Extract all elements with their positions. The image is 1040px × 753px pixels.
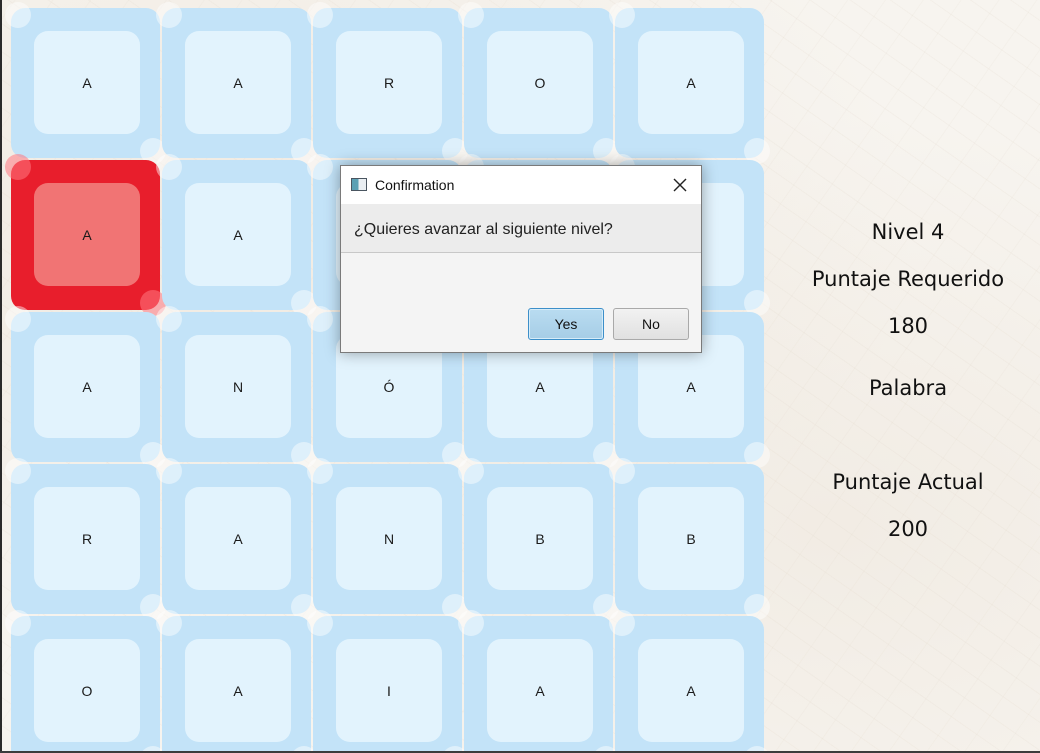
window-left-edge: [0, 0, 2, 753]
tile-letter: A: [686, 378, 696, 395]
letter-tile-face: B: [487, 487, 593, 590]
tile-letter: A: [535, 682, 545, 699]
letter-tile[interactable]: O: [5, 610, 166, 753]
close-icon: [673, 178, 687, 192]
required-score-value: 180: [887, 314, 929, 338]
letter-tile[interactable]: A: [156, 458, 317, 620]
letter-tile-face: O: [34, 639, 140, 742]
level-label: Nivel 4: [871, 220, 945, 244]
tile-letter: A: [233, 74, 243, 91]
letter-tile-face: R: [336, 31, 442, 134]
letter-tile[interactable]: A: [156, 2, 317, 164]
tile-letter: N: [383, 530, 395, 547]
letter-tile[interactable]: A: [609, 2, 770, 164]
letter-tile[interactable]: O: [458, 2, 619, 164]
word-label: Palabra: [868, 376, 948, 400]
letter-tile[interactable]: A: [5, 154, 166, 316]
dialog-title: Confirmation: [375, 177, 455, 193]
letter-tile[interactable]: A: [458, 610, 619, 753]
letter-tile-face: A: [638, 31, 744, 134]
current-score-value: 200: [887, 517, 929, 541]
tile-letter: Ó: [383, 378, 395, 395]
letter-tile[interactable]: B: [609, 458, 770, 620]
tile-letter: B: [686, 530, 696, 547]
letter-tile[interactable]: I: [307, 610, 468, 753]
letter-tile-face: A: [185, 639, 291, 742]
letter-tile-face: A: [487, 639, 593, 742]
tile-letter: R: [383, 74, 395, 91]
letter-tile-face: I: [336, 639, 442, 742]
app-window-icon: [351, 178, 367, 191]
tile-letter: A: [686, 74, 696, 91]
letter-tile[interactable]: N: [307, 458, 468, 620]
tile-letter: A: [233, 226, 243, 243]
letter-tile[interactable]: A: [156, 610, 317, 753]
letter-tile[interactable]: R: [307, 2, 468, 164]
dialog-message: ¿Quieres avanzar al siguiente nivel?: [354, 221, 613, 238]
tile-letter: O: [534, 74, 546, 91]
letter-tile[interactable]: N: [156, 306, 317, 468]
letter-tile-face: A: [185, 487, 291, 590]
confirmation-dialog: Confirmation ¿Quieres avanzar al siguien…: [340, 165, 702, 353]
tile-letter: B: [535, 530, 545, 547]
dialog-titlebar[interactable]: Confirmation: [341, 166, 701, 204]
dialog-header: ¿Quieres avanzar al siguiente nivel?: [341, 204, 701, 253]
required-score-label: Puntaje Requerido: [811, 267, 1005, 291]
letter-tile[interactable]: A: [5, 306, 166, 468]
tile-letter: A: [233, 682, 243, 699]
tile-letter: O: [81, 682, 93, 699]
letter-tile-face: A: [34, 31, 140, 134]
letter-tile-face: O: [487, 31, 593, 134]
tile-letter: R: [81, 530, 93, 547]
tile-letter: A: [686, 682, 696, 699]
letter-tile-face: N: [336, 487, 442, 590]
tile-letter: A: [82, 74, 92, 91]
tile-letter: A: [82, 378, 92, 395]
letter-tile[interactable]: A: [5, 2, 166, 164]
letter-tile[interactable]: R: [5, 458, 166, 620]
tile-letter: A: [82, 226, 92, 243]
letter-tile-face: R: [34, 487, 140, 590]
current-score-label: Puntaje Actual: [832, 470, 984, 494]
letter-tile-face: A: [185, 31, 291, 134]
tile-letter: N: [232, 378, 244, 395]
no-button[interactable]: No: [613, 308, 689, 340]
letter-tile-face: A: [34, 183, 140, 286]
letter-tile[interactable]: A: [156, 154, 317, 316]
letter-tile-face: N: [185, 335, 291, 438]
tile-letter: A: [535, 378, 545, 395]
letter-tile[interactable]: A: [609, 610, 770, 753]
tile-letter: I: [387, 682, 391, 699]
letter-tile-face: B: [638, 487, 744, 590]
letter-tile-face: A: [185, 183, 291, 286]
side-panel: Nivel 4 Puntaje Requerido 180 Palabra Pu…: [793, 0, 1023, 753]
letter-tile-face: A: [638, 639, 744, 742]
yes-button[interactable]: Yes: [528, 308, 604, 340]
letter-board: A A R O A A A A N Ó A A R A N B B O A I A A: [5, 2, 770, 753]
letter-tile[interactable]: B: [458, 458, 619, 620]
letter-tile-face: A: [34, 335, 140, 438]
close-button[interactable]: [665, 171, 695, 199]
tile-letter: A: [233, 530, 243, 547]
